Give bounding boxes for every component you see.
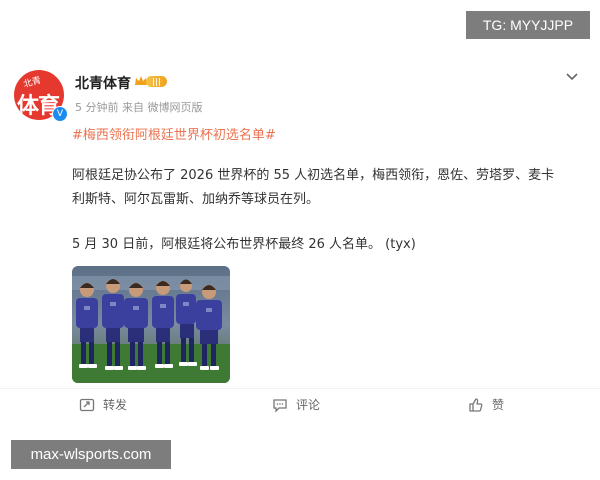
body-text-line-2: 利斯特、阿尔瓦雷斯、加纳乔等球员在列。 (72, 192, 320, 207)
comment-label: 评论 (296, 398, 321, 412)
body-text-line-3: 5 月 30 日前，阿根廷将公布世界杯最终 26 人名单。 (tyx) (72, 237, 416, 252)
username[interactable]: 北青体育 (75, 73, 131, 93)
like-button[interactable]: 赞 (468, 396, 504, 413)
vip-badge: ||| (134, 73, 168, 90)
vip-level-pill: ||| (146, 76, 167, 87)
repost-button[interactable]: 转发 (79, 396, 127, 413)
repost-label: 转发 (103, 398, 128, 412)
comment-icon (273, 398, 287, 413)
team-photo[interactable] (72, 266, 230, 383)
chevron-down-icon[interactable] (565, 72, 579, 82)
like-label: 赞 (492, 398, 505, 412)
action-bar-divider (0, 388, 600, 389)
tg-watermark: TG: MYYJJPP (466, 11, 590, 39)
repost-icon (79, 398, 95, 411)
body-text-line-1: 阿根廷足协公布了 2026 世界杯的 55 人初选名单，梅西领衔，恩佐、劳塔罗、… (72, 168, 555, 183)
site-watermark: max-wlsports.com (11, 440, 171, 469)
comment-button[interactable]: 评论 (272, 396, 320, 413)
hashtag-link[interactable]: #梅西领衔阿根廷世界杯初选名单# (72, 124, 276, 143)
thumbs-up-icon (469, 397, 483, 412)
verified-icon: V (52, 106, 68, 122)
action-bar: 转发 评论 赞 (0, 390, 600, 420)
post-meta: 5 分钟前 来自 微博网页版 (75, 101, 203, 114)
